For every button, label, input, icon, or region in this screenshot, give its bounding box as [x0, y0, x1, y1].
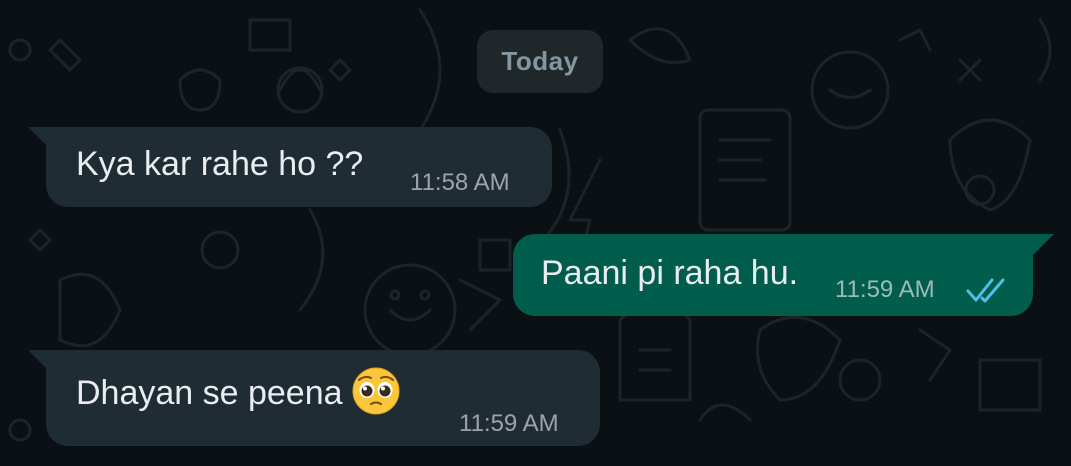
message-timestamp: 11:59 AM: [459, 410, 559, 437]
message-bubble-incoming[interactable]: Kya kar rahe ho ?? 11:58 AM: [46, 127, 552, 207]
message-bubble-outgoing[interactable]: Paani pi raha hu. 11:59 AM: [513, 234, 1033, 316]
message-text: Dhayan se peena: [76, 367, 401, 416]
message-timestamp: 11:59 AM: [835, 276, 935, 303]
message-timestamp: 11:58 AM: [410, 169, 510, 196]
message-text: Kya kar rahe ho ??: [76, 145, 364, 183]
message-text: Paani pi raha hu.: [541, 254, 799, 292]
date-separator: Today: [477, 30, 603, 93]
message-bubble-incoming[interactable]: Dhayan se peena 11:59 AM: [46, 350, 600, 446]
double-check-icon: [966, 278, 1005, 303]
pleading-face-emoji: [352, 367, 400, 415]
message-text-content: Dhayan se peena: [76, 374, 343, 412]
